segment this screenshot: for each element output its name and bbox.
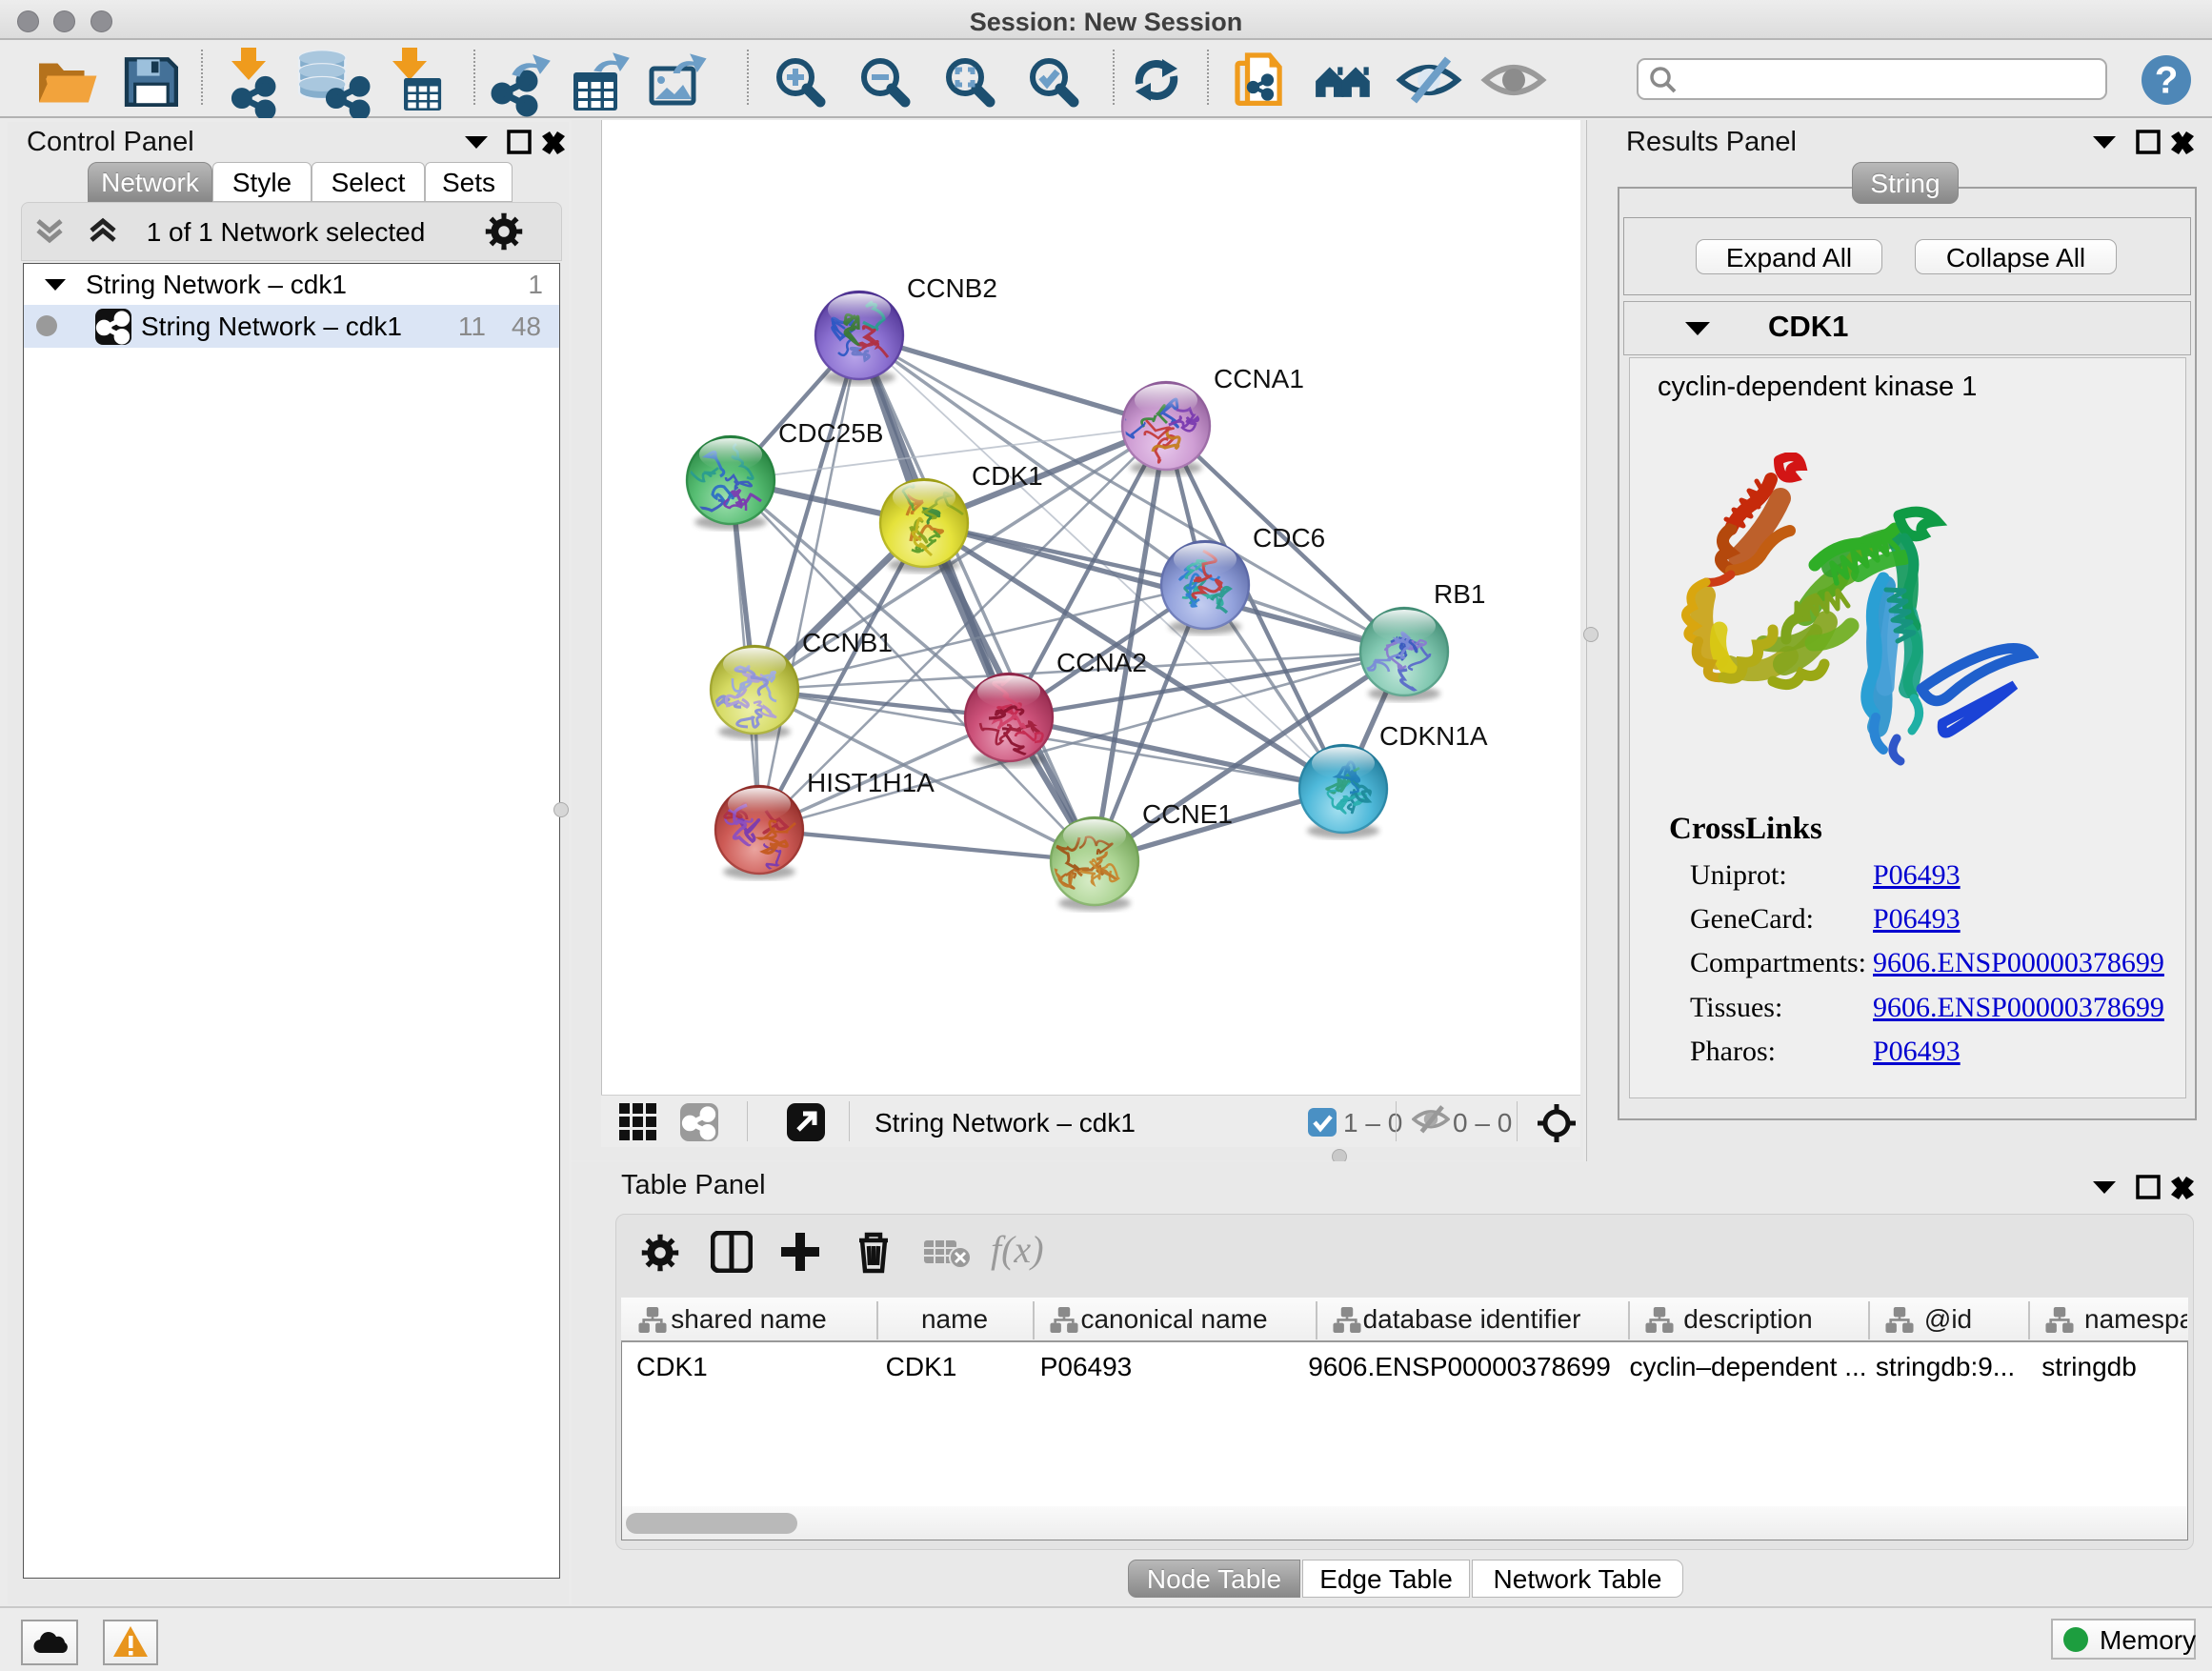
svg-text:CCNE1: CCNE1 [1142, 799, 1233, 829]
svg-text:CCNB1: CCNB1 [802, 628, 893, 657]
svg-text:CDC6: CDC6 [1253, 523, 1325, 553]
svg-text:CCNB2: CCNB2 [907, 273, 997, 303]
svg-text:CDC25B: CDC25B [778, 418, 883, 448]
svg-text:RB1: RB1 [1434, 579, 1485, 609]
svg-text:HIST1H1A: HIST1H1A [807, 768, 935, 797]
svg-text:CCNA1: CCNA1 [1214, 364, 1304, 393]
svg-text:CDKN1A: CDKN1A [1379, 721, 1488, 751]
svg-text:CDK1: CDK1 [972, 461, 1043, 491]
svg-text:?: ? [2155, 59, 2179, 102]
svg-text:CCNA2: CCNA2 [1056, 648, 1147, 677]
